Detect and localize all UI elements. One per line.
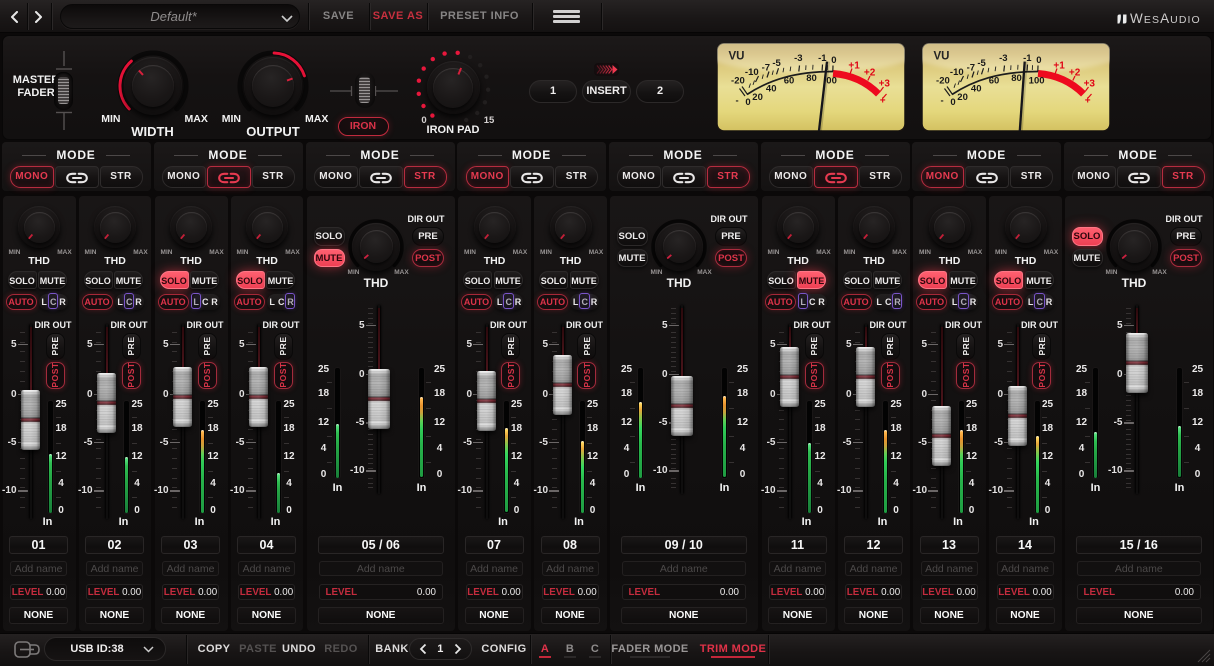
svg-text:+3: +3 xyxy=(1084,78,1096,89)
svg-text:+1: +1 xyxy=(848,61,860,72)
svg-text:+3: +3 xyxy=(879,78,891,89)
svg-text:100: 100 xyxy=(1029,76,1045,87)
svg-text:80: 80 xyxy=(1011,73,1022,84)
svg-text:+2: +2 xyxy=(864,68,876,79)
svg-text:-: - xyxy=(941,96,944,107)
svg-text:0: 0 xyxy=(1036,55,1041,66)
svg-text:80: 80 xyxy=(806,73,817,84)
svg-text:20: 20 xyxy=(752,92,763,103)
svg-text:-5: -5 xyxy=(772,58,781,69)
svg-text:+: + xyxy=(880,96,886,107)
svg-text:-10: -10 xyxy=(745,67,759,78)
svg-text:+: + xyxy=(1085,96,1091,107)
svg-text:40: 40 xyxy=(971,83,982,94)
svg-text:0: 0 xyxy=(950,97,955,108)
svg-text:60: 60 xyxy=(989,76,1000,87)
svg-text:-5: -5 xyxy=(977,58,986,69)
svg-text:+2: +2 xyxy=(1069,68,1081,79)
svg-text:-20: -20 xyxy=(731,76,745,87)
svg-text:40: 40 xyxy=(766,83,777,94)
svg-text:0: 0 xyxy=(831,55,836,66)
svg-text:VU: VU xyxy=(729,51,745,63)
svg-text:0: 0 xyxy=(745,97,750,108)
svg-text:-3: -3 xyxy=(794,53,802,64)
svg-text:20: 20 xyxy=(957,92,968,103)
svg-text:-20: -20 xyxy=(936,76,950,87)
svg-text:-: - xyxy=(736,96,739,107)
svg-text:60: 60 xyxy=(784,76,795,87)
svg-text:-10: -10 xyxy=(950,67,964,78)
svg-text:-7: -7 xyxy=(967,62,975,73)
svg-text:-7: -7 xyxy=(762,62,770,73)
svg-text:-3: -3 xyxy=(999,53,1007,64)
svg-text:VU: VU xyxy=(934,51,950,63)
svg-text:+1: +1 xyxy=(1053,61,1065,72)
